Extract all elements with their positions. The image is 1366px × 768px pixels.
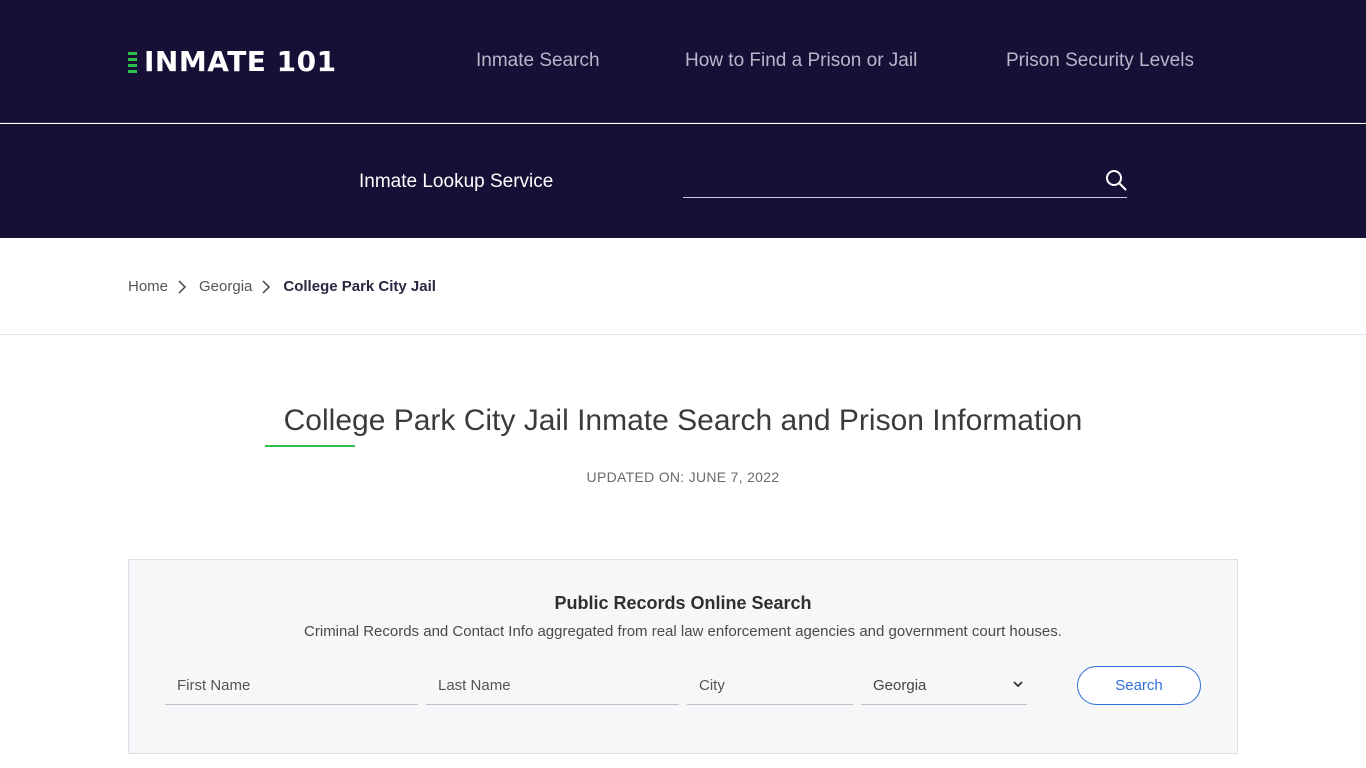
public-records-search: Public Records Online Search Criminal Re… <box>128 559 1238 754</box>
section-divider <box>0 334 1366 335</box>
records-subtitle: Criminal Records and Contact Info aggreg… <box>304 623 1062 640</box>
last-name-field <box>426 666 679 705</box>
nav-how-to-find-prison[interactable]: How to Find a Prison or Jail <box>685 50 917 72</box>
breadcrumb-current: College Park City Jail <box>283 277 436 295</box>
lookup-search-field <box>683 164 1127 198</box>
page-title: College Park City Jail Inmate Search and… <box>283 404 1083 437</box>
breadcrumb-home[interactable]: Home <box>128 278 168 295</box>
lookup-label: Inmate Lookup Service <box>359 171 554 192</box>
chevron-right-icon <box>178 280 187 294</box>
breadcrumb-georgia[interactable]: Georgia <box>199 278 252 295</box>
logo-bars-icon <box>128 51 137 73</box>
state-field: Georgia <box>861 666 1027 705</box>
search-button[interactable]: Search <box>1077 666 1201 705</box>
records-title: Public Records Online Search <box>554 593 812 613</box>
chevron-right-icon <box>262 280 271 294</box>
breadcrumb: Home Georgia College Park City Jail <box>128 276 436 296</box>
inmate-lookup-bar: Inmate Lookup Service <box>0 124 1366 238</box>
top-navbar: INMATE 101 Inmate Search How to Find a P… <box>0 0 1366 123</box>
city-field <box>687 666 853 705</box>
lookup-search-input[interactable] <box>683 164 1083 196</box>
state-select[interactable]: Georgia <box>861 666 1027 704</box>
nav-inmate-search[interactable]: Inmate Search <box>476 50 600 72</box>
updated-date: UPDATED ON: JUNE 7, 2022 <box>586 469 780 485</box>
last-name-input[interactable] <box>426 666 679 704</box>
site-logo[interactable]: INMATE 101 <box>128 46 337 78</box>
first-name-field <box>165 666 418 705</box>
title-underline <box>265 445 355 447</box>
logo-text: INMATE 101 <box>144 45 337 78</box>
city-input[interactable] <box>687 666 853 704</box>
first-name-input[interactable] <box>165 666 418 704</box>
nav-prison-security-levels[interactable]: Prison Security Levels <box>1006 50 1194 72</box>
search-icon[interactable] <box>1105 169 1127 191</box>
